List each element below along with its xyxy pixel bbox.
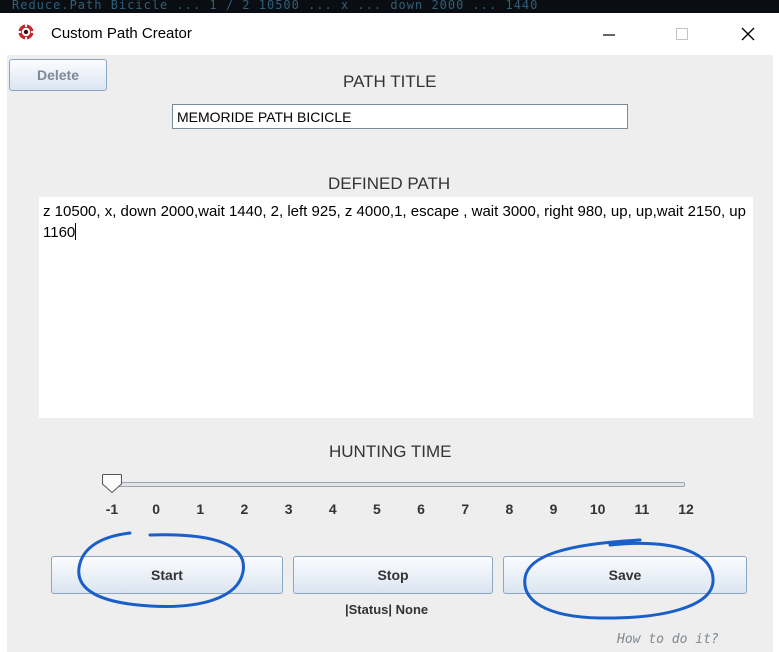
slider-tick-label: 10 (589, 501, 606, 517)
background-window-strip: Reduce.Path Bicicle ... 1 / 2 10500 ... … (0, 0, 779, 13)
status-text: |Status| None (345, 602, 429, 617)
hunting-time-slider-track[interactable] (104, 482, 685, 487)
defined-path-text: z 10500, x, down 2000,wait 1440, 2, left… (43, 203, 746, 241)
slider-tick-label: 12 (678, 501, 694, 517)
maximize-icon (676, 28, 688, 40)
slider-tick-label: 3 (284, 501, 293, 517)
stop-button[interactable]: Stop (293, 556, 493, 594)
client-area: Delete PATH TITLE DEFINED PATH z 10500, … (7, 55, 773, 652)
how-to-link[interactable]: How to do it? (617, 632, 719, 647)
minimize-icon (603, 34, 615, 36)
save-button[interactable]: Save (503, 556, 747, 594)
slider-tick-label: 1 (196, 501, 205, 517)
slider-tick-label: 5 (373, 501, 381, 517)
path-title-input[interactable] (172, 104, 628, 129)
hunting-time-label: HUNTING TIME (329, 442, 452, 461)
start-button[interactable]: Start (51, 556, 283, 594)
defined-path-textarea[interactable]: z 10500, x, down 2000,wait 1440, 2, left… (39, 197, 753, 418)
text-caret (75, 223, 77, 240)
slider-tick-label: 0 (152, 501, 161, 517)
window-title: Custom Path Creator (51, 25, 192, 42)
delete-button[interactable]: Delete (9, 59, 107, 91)
slider-tick-label: 4 (328, 501, 337, 517)
background-window-text: Reduce.Path Bicicle ... 1 / 2 10500 ... … (12, 0, 539, 12)
defined-path-label: DEFINED PATH (328, 174, 451, 193)
slider-tick-label: 2 (240, 501, 249, 517)
minimize-button[interactable] (586, 17, 632, 51)
hunting-time-slider-thumb[interactable] (101, 473, 123, 495)
close-icon (741, 27, 755, 41)
slider-tick-label: 6 (417, 501, 425, 517)
slider-tick-label: 11 (634, 501, 650, 517)
close-button[interactable] (725, 17, 771, 51)
maximize-button[interactable] (659, 17, 705, 51)
slider-tick-label: 9 (549, 501, 558, 517)
app-icon (18, 24, 34, 40)
slider-tick-label: 7 (461, 501, 470, 517)
title-bar[interactable]: Custom Path Creator (0, 13, 779, 55)
slider-tick-label: 8 (505, 501, 514, 517)
slider-tick-label: -1 (105, 501, 119, 517)
path-title-label: PATH TITLE (343, 72, 437, 91)
